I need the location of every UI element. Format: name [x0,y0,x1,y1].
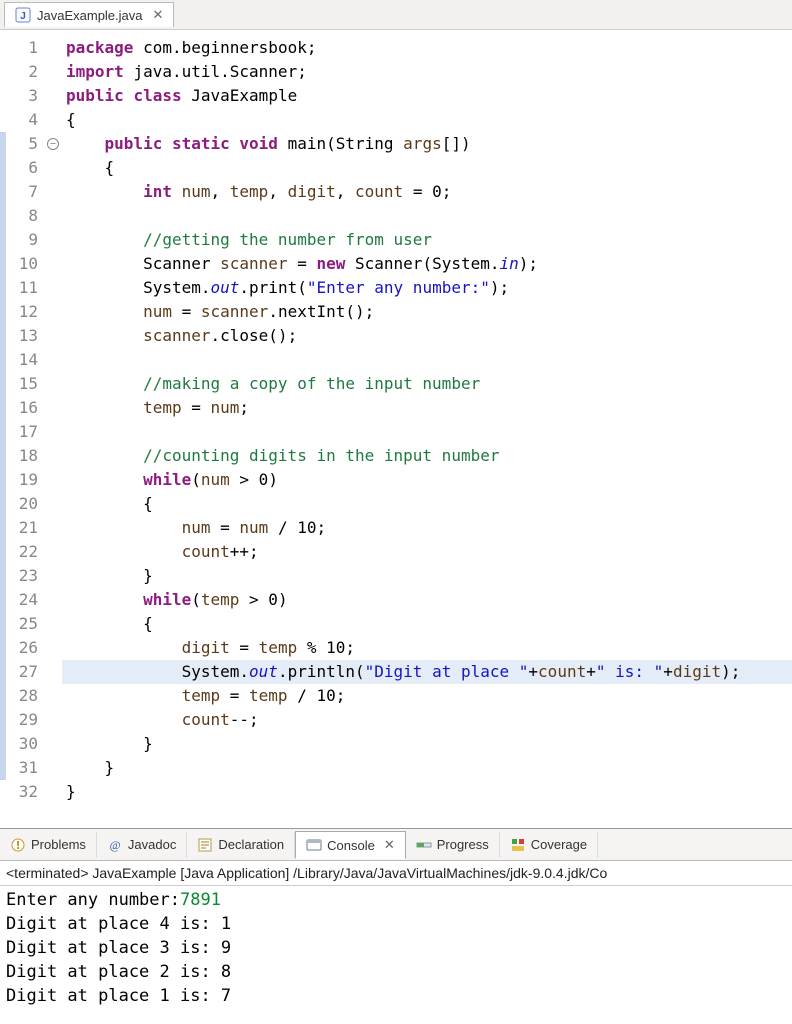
code-area[interactable]: package com.beginnersbook;import java.ut… [62,30,792,810]
tab-label: Problems [31,837,86,852]
console-line: Digit at place 4 is: 1 [6,912,786,936]
line-number-gutter: 1234567891011121314151617181920212223242… [0,30,44,810]
fold-toggle-icon[interactable]: – [47,138,59,150]
code-line[interactable]: Scanner scanner = new Scanner(System.in)… [66,252,792,276]
code-line[interactable]: //getting the number from user [66,228,792,252]
console-prompt: Enter any number: [6,890,180,910]
line-number: 2 [0,60,38,84]
code-editor[interactable]: 1234567891011121314151617181920212223242… [0,30,792,810]
line-number: 1 [0,36,38,60]
tab-label: Progress [437,837,489,852]
code-line[interactable]: count++; [66,540,792,564]
code-line[interactable]: int num, temp, digit, count = 0; [66,180,792,204]
code-line[interactable]: temp = temp / 10; [66,684,792,708]
console-line: Digit at place 2 is: 8 [6,960,786,984]
fold-column: – [44,30,62,810]
code-line[interactable]: public class JavaExample [66,84,792,108]
code-line[interactable]: System.out.print("Enter any number:"); [66,276,792,300]
code-line[interactable]: System.out.println("Digit at place "+cou… [66,660,792,684]
coverage-icon [510,837,526,853]
svg-text:@: @ [109,838,120,852]
editor-tab-bar: J JavaExample.java ✕ [0,0,792,30]
tab-label: Declaration [218,837,284,852]
code-line[interactable] [66,348,792,372]
code-line[interactable] [66,420,792,444]
editor-tab-label: JavaExample.java [37,8,143,23]
console-output[interactable]: Enter any number:7891 Digit at place 4 i… [0,886,792,1010]
problems-icon [10,837,26,853]
tab-progress[interactable]: Progress [406,832,500,858]
code-line[interactable]: temp = num; [66,396,792,420]
code-line[interactable]: //counting digits in the input number [66,444,792,468]
java-file-icon: J [15,7,31,23]
javadoc-icon: @ [107,837,123,853]
change-marker [0,132,6,780]
code-line[interactable]: import java.util.Scanner; [66,60,792,84]
console-icon [306,837,322,853]
code-line[interactable]: { [66,108,792,132]
code-line[interactable]: num = num / 10; [66,516,792,540]
line-number: 3 [0,84,38,108]
console-status: <terminated> JavaExample [Java Applicati… [0,861,792,886]
tab-label: Coverage [531,837,587,852]
code-line[interactable]: { [66,612,792,636]
progress-icon [416,837,432,853]
code-line[interactable]: } [66,564,792,588]
console-line: Digit at place 3 is: 9 [6,936,786,960]
code-line[interactable]: count--; [66,708,792,732]
code-line[interactable]: } [66,732,792,756]
code-line[interactable]: num = scanner.nextInt(); [66,300,792,324]
tab-declaration[interactable]: Declaration [187,832,295,858]
code-line[interactable]: public static void main(String args[]) [66,132,792,156]
code-line[interactable]: { [66,492,792,516]
tab-problems[interactable]: Problems [0,832,97,858]
declaration-icon [197,837,213,853]
console-user-input: 7891 [180,890,221,910]
code-line[interactable]: scanner.close(); [66,324,792,348]
code-line[interactable]: } [66,756,792,780]
code-line[interactable]: while(temp > 0) [66,588,792,612]
console-line: Digit at place 1 is: 7 [6,984,786,1008]
code-line[interactable] [66,204,792,228]
close-icon[interactable]: ✕ [384,837,395,853]
code-line[interactable]: } [66,780,792,804]
tab-label: Console [327,838,375,853]
code-line[interactable]: while(num > 0) [66,468,792,492]
code-line[interactable]: digit = temp % 10; [66,636,792,660]
views-tab-bar: Problems @ Javadoc Declaration Console ✕ [0,829,792,861]
editor-tab[interactable]: J JavaExample.java ✕ [4,2,174,27]
code-line[interactable]: package com.beginnersbook; [66,36,792,60]
code-line[interactable]: { [66,156,792,180]
tab-javadoc[interactable]: @ Javadoc [97,832,187,858]
line-number: 32 [0,780,38,804]
tab-console[interactable]: Console ✕ [295,831,406,859]
code-line[interactable]: //making a copy of the input number [66,372,792,396]
close-icon[interactable]: ✕ [153,7,164,23]
bottom-panel: Problems @ Javadoc Declaration Console ✕ [0,828,792,1010]
line-number: 4 [0,108,38,132]
svg-text:J: J [20,11,26,22]
tab-coverage[interactable]: Coverage [500,832,598,858]
tab-label: Javadoc [128,837,176,852]
